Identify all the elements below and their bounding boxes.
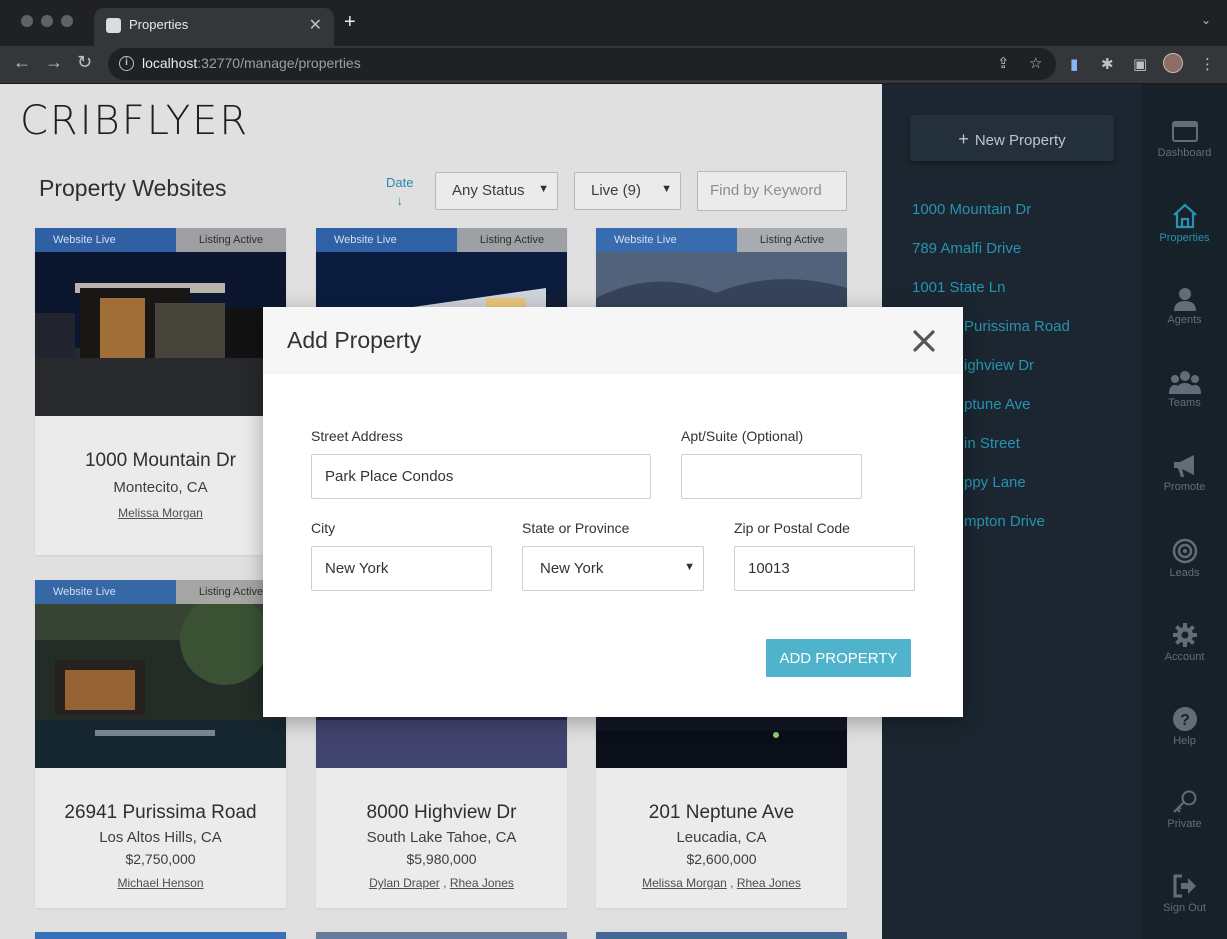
- back-icon[interactable]: ←: [13, 52, 31, 73]
- browser-toolbar: ← → ↻ i localhost:32770/manage/propertie…: [0, 46, 1227, 84]
- tab-search-chevron-icon[interactable]: ⌄: [1201, 13, 1211, 27]
- profile-avatar[interactable]: [1163, 53, 1183, 73]
- add-property-dialog: Add Property Street Address Park Place C…: [263, 307, 963, 717]
- state-label: State or Province: [522, 520, 630, 536]
- bookmark-star-icon[interactable]: ☆: [1029, 54, 1042, 72]
- state-select-value: New York: [540, 560, 604, 577]
- extension-doc-icon[interactable]: ▮: [1070, 55, 1078, 73]
- extensions-puzzle-icon[interactable]: ✱: [1101, 55, 1114, 73]
- forward-icon[interactable]: →: [45, 52, 63, 73]
- dialog-header: Add Property: [263, 307, 963, 374]
- apt-suite-input[interactable]: [681, 454, 862, 499]
- city-label: City: [311, 520, 336, 536]
- tab-close-icon[interactable]: ✕: [309, 15, 322, 35]
- window-close-dot[interactable]: [21, 15, 33, 27]
- zip-label: Zip or Postal Code: [734, 520, 850, 536]
- share-icon[interactable]: ⇪: [997, 54, 1010, 72]
- reload-icon[interactable]: ↻: [77, 52, 92, 73]
- address-bar[interactable]: i localhost:32770/manage/properties ⇪ ☆: [108, 48, 1056, 80]
- dialog-title: Add Property: [287, 327, 422, 353]
- street-address-input[interactable]: Park Place Condos: [311, 454, 651, 499]
- close-icon[interactable]: [912, 329, 936, 353]
- browser-tab[interactable]: Properties ✕: [94, 8, 334, 46]
- city-input[interactable]: New York: [311, 546, 492, 591]
- url-text: localhost:32770/manage/properties: [142, 55, 361, 71]
- window-zoom-dot[interactable]: [61, 15, 73, 27]
- window-minimize-dot[interactable]: [41, 15, 53, 27]
- zip-input[interactable]: 10013: [734, 546, 915, 591]
- side-panel-icon[interactable]: ▣: [1133, 55, 1147, 73]
- add-property-button[interactable]: ADD PROPERTY: [766, 639, 911, 677]
- browser-menu-icon[interactable]: ⋮: [1200, 55, 1215, 73]
- street-address-label: Street Address: [311, 428, 403, 444]
- new-tab-icon[interactable]: +: [344, 11, 356, 34]
- tab-title: Properties: [129, 17, 189, 32]
- site-info-icon[interactable]: i: [119, 56, 134, 71]
- state-select[interactable]: New York ▼: [522, 546, 704, 591]
- apt-suite-label: Apt/Suite (Optional): [681, 428, 804, 444]
- browser-tabstrip: Properties ✕ + ⌄: [0, 0, 1227, 46]
- site-favicon-icon: [106, 18, 121, 33]
- chevron-down-icon: ▼: [684, 561, 695, 573]
